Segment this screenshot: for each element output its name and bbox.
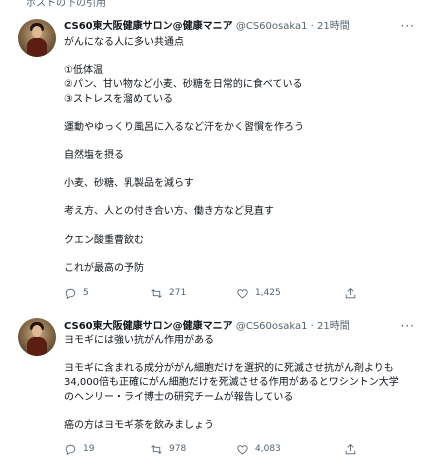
tweet-line: 自然塩を摂る [64,149,124,161]
tweet-line: ①低体温 [64,65,103,77]
tweet-text: ヨモギには強い抗がん作用がある ヨモギに含まれる成分ががん細胞だけを選択的に死滅… [64,334,424,433]
like-button[interactable]: 4,083 [236,441,281,457]
retweet-count: 271 [169,288,187,298]
retweet-button[interactable]: 978 [150,441,186,457]
tweet-line [64,135,424,149]
tweet-card[interactable]: CS60東大阪健康サロン@健康マニア @CS60osaka1 · 21時間 ··… [0,8,429,311]
tweet-line: 小麦、砂糖、乳製品を減らす [64,178,194,190]
heart-icon [237,288,248,298]
tweet-card[interactable]: CS60東大阪健康サロン@健康マニア @CS60osaka1 · 21時間 ··… [0,310,429,471]
tweet-line: ③ストレスを溜めている [64,93,173,105]
avatar[interactable] [18,318,56,356]
tweet-line: 34,000倍も正確にがん細胞だけを死滅させる作用があるとワシントン大学 [64,377,399,389]
tweet-line [64,107,424,121]
tweet-line [64,191,424,205]
share-button[interactable] [344,285,357,301]
previous-tweet-fragment: ポストの下の引用 ··· [0,0,429,8]
user-handle[interactable]: @CS60osaka1 [236,21,308,32]
reply-icon [65,288,76,299]
tweet-line [64,163,424,177]
like-count: 1,425 [255,288,281,298]
reply-button[interactable]: 19 [64,441,94,457]
tweet-line: 運動やゆっくり風呂に入るなど汗をかく習慣を作ろう [64,121,304,133]
tweet-line [64,220,424,234]
tweet-header: CS60東大阪健康サロン@健康マニア @CS60osaka1 · 21時間 [64,319,350,335]
retweet-icon [151,288,162,298]
retweet-icon [151,444,162,454]
tweet-header: CS60東大阪健康サロン@健康マニア @CS60osaka1 · 21時間 [64,19,350,35]
display-name[interactable]: CS60東大阪健康サロン@健康マニア [64,321,233,332]
retweet-button[interactable]: 271 [150,285,186,301]
timestamp[interactable]: 21時間 [317,21,350,32]
tweet-line: がんになる人に多い共通点 [64,37,184,48]
display-name[interactable]: CS60東大阪健康サロン@健康マニア [64,21,233,32]
share-button[interactable] [344,441,357,457]
fragment-text: ポストの下の引用 [26,0,106,8]
tweet-line: のヘンリー・ライ博士の研究チームが報告している [64,391,294,403]
timestamp[interactable]: 21時間 [317,321,350,332]
tweet-line: ヨモギに含まれる成分ががん細胞だけを選択的に死滅させ抗がん剤よりも [64,363,394,375]
tweet-line: クエン酸重曹飲む [64,234,144,246]
more-options-icon[interactable]: ··· [401,18,415,34]
tweet-line: 考え方、人との付き合い方、働き方など見直す [64,206,274,218]
tweet-line [64,405,424,419]
heart-icon [237,444,248,454]
user-handle[interactable]: @CS60osaka1 [236,321,308,332]
tweet-text: がんになる人に多い共通点 ①低体温 ②パン、甘い物など小麦、砂糖を日常的に食べて… [64,36,424,276]
tweet-line [64,248,424,262]
share-icon [345,287,356,298]
more-options-icon[interactable]: ··· [401,318,415,334]
reply-button[interactable]: 5 [64,285,89,301]
share-icon [345,443,356,454]
tweet-line: ヨモギには強い抗がん作用がある [64,335,214,346]
tweet-line: これが最高の予防 [64,262,144,274]
like-button[interactable]: 1,425 [236,285,281,301]
like-count: 4,083 [255,444,281,454]
fragment-more-icon[interactable]: ··· [401,0,411,5]
retweet-count: 978 [169,444,187,454]
separator-dot: · [310,321,314,332]
separator-dot: · [310,21,314,32]
reply-count: 5 [83,288,89,298]
tweet-line [64,348,424,362]
reply-icon [65,444,76,455]
avatar[interactable] [18,19,56,57]
tweet-line: ②パン、甘い物など小麦、砂糖を日常的に食べている [64,79,303,91]
reply-count: 19 [83,444,95,454]
tweet-line: 癌の方はヨモギ茶を飲みましょう [64,419,214,431]
tweet-line [64,50,424,64]
